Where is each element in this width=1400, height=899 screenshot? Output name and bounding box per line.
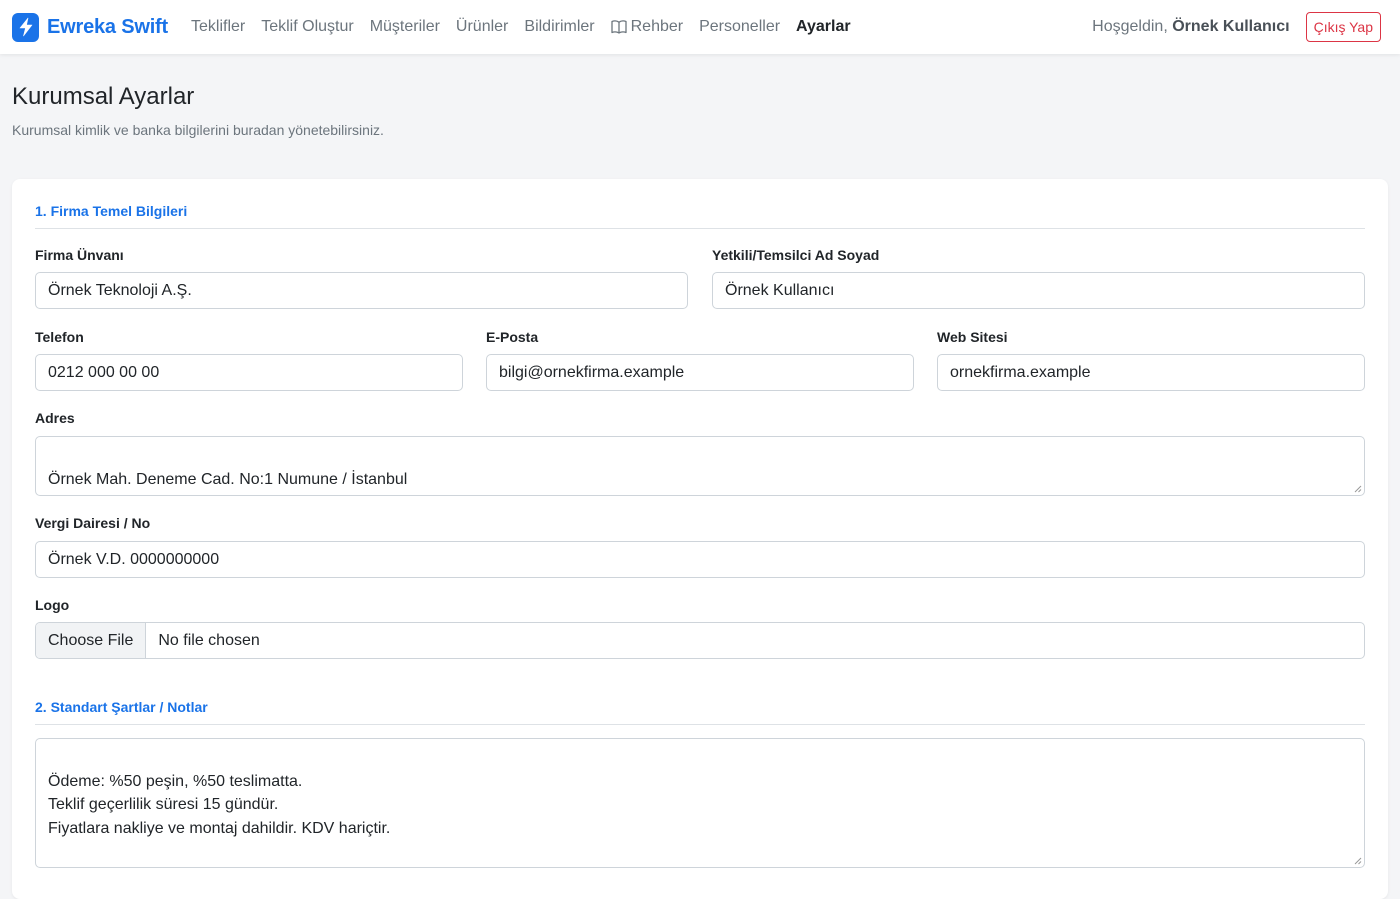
tax-label: Vergi Dairesi / No (35, 515, 151, 531)
greeting-prefix: Hoşgeldin, (1092, 18, 1168, 35)
logout-button[interactable]: Çıkış Yap (1305, 12, 1381, 42)
greeting: Hoşgeldin, Örnek Kullanıcı (1092, 18, 1289, 36)
section-title-company: 1. Firma Temel Bilgileri (35, 203, 1365, 229)
terms-textarea[interactable]: Ödeme: %50 peşin, %50 teslimatta. Teklif… (35, 738, 1365, 868)
page-subtitle: Kurumsal kimlik ve banka bilgilerini bur… (12, 122, 384, 138)
nav-item-rehber-label: Rehber (630, 18, 684, 35)
book-icon (610, 20, 627, 34)
company-name-label: Firma Ünvanı (35, 247, 124, 263)
nav-item-musteriler[interactable]: Müşteriler (370, 18, 440, 36)
representative-input[interactable]: Örnek Kullanıcı (712, 272, 1365, 309)
nav-item-teklifler[interactable]: Teklifler (191, 18, 245, 36)
address-label: Adres (35, 410, 75, 426)
logo-file-input[interactable]: Choose File No file chosen (35, 622, 1365, 659)
nav-links: Teklifler Teklif Oluştur Müşteriler Ürün… (191, 18, 867, 36)
file-status: No file chosen (158, 631, 260, 649)
nav-user-area: Hoşgeldin, Örnek Kullanıcı Çıkış Yap (1092, 12, 1381, 42)
website-input[interactable]: ornekfirma.example (937, 354, 1365, 391)
company-name-input[interactable]: Örnek Teknoloji A.Ş. (35, 272, 688, 309)
phone-input[interactable]: 0212 000 00 00 (35, 354, 463, 391)
choose-file-button[interactable]: Choose File (36, 623, 147, 658)
address-textarea[interactable]: Örnek Mah. Deneme Cad. No:1 Numune / İst… (35, 436, 1365, 496)
page-title: Kurumsal Ayarlar (12, 83, 195, 110)
nav-item-urunler[interactable]: Ürünler (456, 18, 508, 36)
nav-item-rehber[interactable]: Rehber (610, 18, 684, 36)
email-input[interactable]: bilgi@ornekfirma.example (486, 354, 914, 391)
user-name: Örnek Kullanıcı (1172, 18, 1290, 35)
settings-card: 1. Firma Temel Bilgileri Firma Ünvanı Ör… (12, 179, 1388, 899)
address-text: Örnek Mah. Deneme Cad. No:1 Numune / İst… (48, 470, 408, 488)
nav-item-personeller[interactable]: Personeller (699, 18, 780, 36)
nav-item-bildirimler[interactable]: Bildirimler (524, 18, 594, 36)
phone-label: Telefon (35, 329, 84, 345)
resize-handle-icon[interactable] (1354, 485, 1362, 493)
representative-label: Yetkili/Temsilci Ad Soyad (712, 247, 880, 263)
email-label: E-Posta (486, 329, 539, 345)
brand[interactable]: Ewreka Swift (12, 12, 168, 42)
brand-name: Ewreka Swift (47, 15, 168, 38)
lightning-bolt-icon (12, 12, 39, 42)
nav-item-teklif-olustur[interactable]: Teklif Oluştur (261, 18, 353, 36)
top-navbar: Ewreka Swift Teklifler Teklif Oluştur Mü… (0, 0, 1400, 54)
terms-text: Ödeme: %50 peşin, %50 teslimatta. Teklif… (48, 772, 391, 837)
logo-label: Logo (35, 597, 70, 613)
section-title-terms: 2. Standart Şartlar / Notlar (35, 699, 1365, 725)
tax-input[interactable]: Örnek V.D. 0000000000 (35, 541, 1365, 578)
resize-handle-icon[interactable] (1354, 857, 1362, 865)
nav-item-ayarlar[interactable]: Ayarlar (796, 18, 851, 36)
website-label: Web Sitesi (937, 329, 1008, 345)
